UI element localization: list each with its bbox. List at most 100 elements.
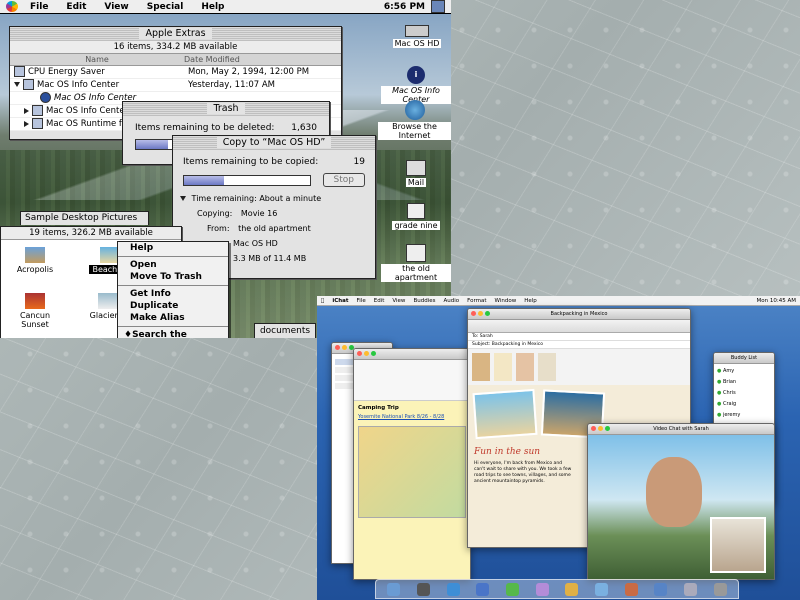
minimize-button[interactable] bbox=[342, 345, 347, 350]
stationery-thumbnail[interactable] bbox=[516, 353, 534, 381]
menu-file[interactable]: File bbox=[20, 2, 56, 12]
menu-edit[interactable]: Edit bbox=[370, 298, 389, 304]
menu-view[interactable]: View bbox=[94, 2, 136, 12]
zoom-button[interactable] bbox=[605, 426, 610, 431]
note-link[interactable]: Yosemite National Park 8/26 - 8/28 bbox=[358, 414, 466, 420]
desktop-icon-info-center[interactable]: i Mac OS Info Center bbox=[381, 66, 451, 104]
file-icon-item[interactable]: Cancun Sunset bbox=[7, 293, 63, 329]
desktop-icon-mail[interactable]: Mail bbox=[398, 160, 434, 187]
window-title-bar[interactable]: Backpacking in Mexico bbox=[468, 309, 690, 320]
list-item[interactable]: Mac OS Info Center Yesterday, 11:07 AM bbox=[10, 79, 341, 92]
progress-count: 1,630 bbox=[291, 123, 317, 133]
menu-audio[interactable]: Audio bbox=[439, 298, 463, 304]
menu-special[interactable]: Special bbox=[137, 2, 192, 12]
menubar-clock[interactable]: 6:56 PM bbox=[384, 2, 425, 12]
desktop-icon-browse-internet[interactable]: Browse the Internet bbox=[378, 100, 451, 140]
stationery-thumbnail[interactable] bbox=[538, 353, 556, 381]
menu-file[interactable]: File bbox=[353, 298, 370, 304]
window-title-bar[interactable]: Apple Extras bbox=[10, 27, 341, 41]
menu-ichat[interactable]: iChat bbox=[328, 298, 352, 304]
minimize-button[interactable] bbox=[364, 351, 369, 356]
file-icon-item[interactable]: Acropolis bbox=[15, 247, 55, 274]
window-title: Video Chat with Sarah bbox=[653, 426, 709, 432]
menu-item-get-info[interactable]: Get Info bbox=[118, 288, 228, 300]
close-button[interactable] bbox=[357, 351, 362, 356]
minimize-button[interactable] bbox=[478, 311, 483, 316]
column-date-header[interactable]: Date Modified bbox=[180, 54, 341, 65]
stationery-thumbnail[interactable] bbox=[472, 353, 490, 381]
window-title-bar[interactable]: Buddy List bbox=[714, 353, 774, 364]
apple-menu-icon[interactable] bbox=[6, 1, 18, 12]
apple-menu-icon[interactable]:  bbox=[317, 298, 328, 304]
menu-buddies[interactable]: Buddies bbox=[409, 298, 439, 304]
system-preferences-icon[interactable] bbox=[683, 582, 697, 596]
safari-icon[interactable] bbox=[476, 582, 490, 596]
ichat-icon[interactable] bbox=[505, 582, 519, 596]
to-field[interactable]: Sarah bbox=[480, 334, 493, 339]
buddy-row[interactable]: ● Amy bbox=[717, 366, 771, 377]
video-chat-window: Video Chat with Sarah bbox=[587, 423, 775, 580]
disclosure-open-icon[interactable] bbox=[180, 196, 186, 201]
iphoto-icon[interactable] bbox=[624, 582, 638, 596]
buddy-row[interactable]: ● Brian bbox=[717, 377, 771, 388]
close-button[interactable] bbox=[471, 311, 476, 316]
disclosure-closed-icon[interactable] bbox=[24, 120, 29, 127]
column-name-header[interactable]: Name bbox=[10, 54, 180, 65]
zoom-button[interactable] bbox=[485, 311, 490, 316]
ical-icon[interactable] bbox=[565, 582, 579, 596]
finder-icon[interactable] bbox=[387, 582, 401, 596]
window-title: Backpacking in Mexico bbox=[550, 311, 608, 317]
documents-folder-tab[interactable]: documents bbox=[254, 323, 316, 338]
buddy-row[interactable]: ● Craig bbox=[717, 399, 771, 410]
self-view-preview[interactable] bbox=[710, 517, 766, 573]
menubar-clock[interactable]: Mon 10:45 AM bbox=[753, 298, 800, 304]
window-title-bar[interactable]: Trash bbox=[123, 102, 329, 116]
disclosure-open-icon[interactable] bbox=[14, 82, 20, 87]
menu-help[interactable]: Help bbox=[520, 298, 541, 304]
desktop-icon-hd[interactable]: Mac OS HD bbox=[392, 25, 442, 48]
finder-icon[interactable] bbox=[431, 0, 445, 13]
desktop-icon-old-apartment[interactable]: the old apartment bbox=[381, 244, 451, 282]
stop-button[interactable]: Stop bbox=[322, 173, 365, 187]
buddy-row[interactable]: ● jeremy bbox=[717, 410, 771, 421]
menu-item-move-to-trash[interactable]: Move To Trash bbox=[118, 271, 228, 283]
dashboard-icon[interactable] bbox=[416, 582, 430, 596]
window-title-bar[interactable]: Copy to “Mac OS HD” bbox=[173, 136, 375, 150]
imovie-icon[interactable] bbox=[654, 582, 668, 596]
list-item[interactable]: CPU Energy Saver Mon, May 2, 1994, 12:00… bbox=[10, 66, 341, 79]
menu-edit[interactable]: Edit bbox=[56, 2, 94, 12]
menu-item-help[interactable]: Help bbox=[118, 242, 228, 254]
notes-list bbox=[354, 360, 470, 401]
stationery-thumbnail[interactable] bbox=[494, 353, 512, 381]
menu-item-make-alias[interactable]: Make Alias bbox=[118, 312, 228, 324]
minimize-button[interactable] bbox=[598, 426, 603, 431]
notes-window: Camping Trip Yosemite National Park 8/26… bbox=[353, 348, 471, 580]
menu-item-open[interactable]: Open bbox=[118, 259, 228, 271]
window-title-bar[interactable]: Video Chat with Sarah bbox=[588, 424, 774, 435]
close-button[interactable] bbox=[591, 426, 596, 431]
desktop-icon-grade-nine[interactable]: grade nine bbox=[389, 203, 443, 230]
subject-field[interactable]: Backpacking in Mexico bbox=[492, 342, 543, 347]
trash-icon[interactable] bbox=[713, 582, 727, 596]
zoom-button[interactable] bbox=[371, 351, 376, 356]
itunes-icon[interactable] bbox=[594, 582, 608, 596]
window-title-bar[interactable] bbox=[354, 349, 470, 360]
mail-icon[interactable] bbox=[446, 582, 460, 596]
picture-icon bbox=[25, 293, 45, 309]
document-icon bbox=[407, 203, 425, 219]
menu-item-search-internet[interactable]: ♦Search the Internet bbox=[118, 329, 228, 338]
menu-view[interactable]: View bbox=[388, 298, 409, 304]
menu-help[interactable]: Help bbox=[191, 2, 232, 12]
menu-item-duplicate[interactable]: Duplicate bbox=[118, 300, 228, 312]
menu-separator bbox=[118, 256, 228, 257]
buddy-row[interactable]: ● Chris bbox=[717, 388, 771, 399]
close-button[interactable] bbox=[335, 345, 340, 350]
buddy-list: ● Amy ● Brian ● Chris ● Craig ● jeremy bbox=[714, 364, 774, 423]
menu-format[interactable]: Format bbox=[463, 298, 490, 304]
copying-value: Movie 16 bbox=[240, 209, 278, 218]
menu-window[interactable]: Window bbox=[491, 298, 521, 304]
address-book-icon[interactable] bbox=[535, 582, 549, 596]
folder-tab[interactable]: Sample Desktop Pictures bbox=[20, 211, 149, 225]
disclosure-closed-icon[interactable] bbox=[24, 107, 29, 114]
movie-document-icon bbox=[406, 244, 426, 262]
